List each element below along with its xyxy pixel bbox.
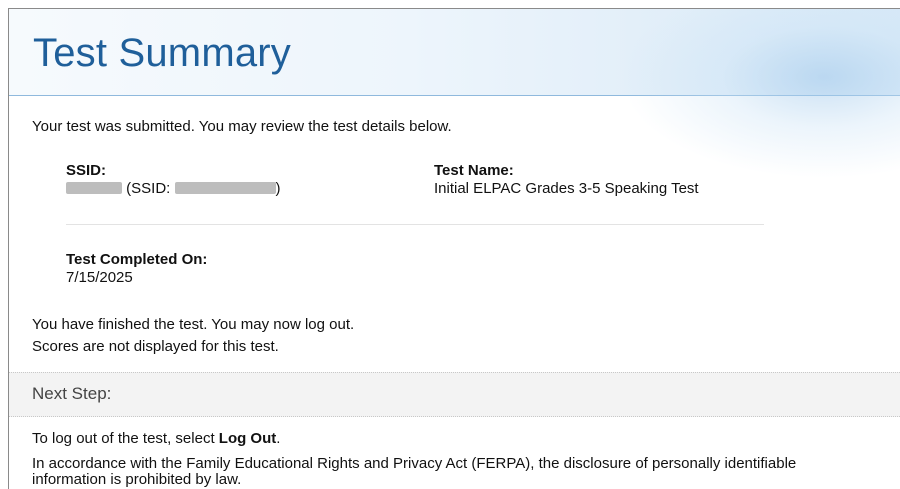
page-header: Test Summary: [9, 9, 900, 179]
test-summary-panel: Test Summary Your test was submitted. Yo…: [8, 8, 900, 489]
logout-instruction: To log out of the test, select Log Out.: [32, 430, 280, 447]
finished-line-1: You have finished the test. You may now …: [32, 316, 355, 333]
page-title: Test Summary: [33, 31, 292, 75]
finished-message: You have finished the test. You may now …: [32, 314, 354, 358]
redacted-name: [66, 182, 122, 194]
intro-text: Your test was submitted. You may review …: [32, 118, 452, 135]
ssid-value: (SSID: ): [66, 180, 281, 198]
test-name-label: Test Name:: [434, 162, 514, 179]
completed-field: Test Completed On: 7/15/2025: [66, 251, 207, 287]
completed-value: 7/15/2025: [66, 269, 133, 286]
finished-line-2: Scores are not displayed for this test.: [32, 338, 279, 355]
next-step-title: Next Step:: [32, 384, 112, 403]
test-name-field: Test Name: Initial ELPAC Grades 3-5 Spea…: [434, 162, 699, 198]
ssid-label: SSID:: [66, 162, 107, 179]
redacted-ssid: [174, 182, 276, 194]
next-step-header: Next Step:: [9, 372, 900, 417]
completed-label: Test Completed On:: [66, 251, 208, 268]
ferpa-notice: In accordance with the Family Educationa…: [32, 455, 797, 488]
section-divider: [66, 224, 764, 225]
logout-instruction-suffix: .: [276, 430, 281, 447]
log-out-reference: Log Out: [218, 430, 277, 447]
test-name-value: Initial ELPAC Grades 3-5 Speaking Test: [434, 180, 699, 197]
summary-content: Your test was submitted. You may review …: [9, 96, 900, 489]
ssid-suffix: ): [275, 180, 281, 197]
ssid-prefix: (SSID:: [126, 180, 171, 197]
ssid-field: SSID: (SSID: ): [66, 162, 281, 198]
logout-instruction-prefix: To log out of the test, select: [32, 430, 219, 447]
